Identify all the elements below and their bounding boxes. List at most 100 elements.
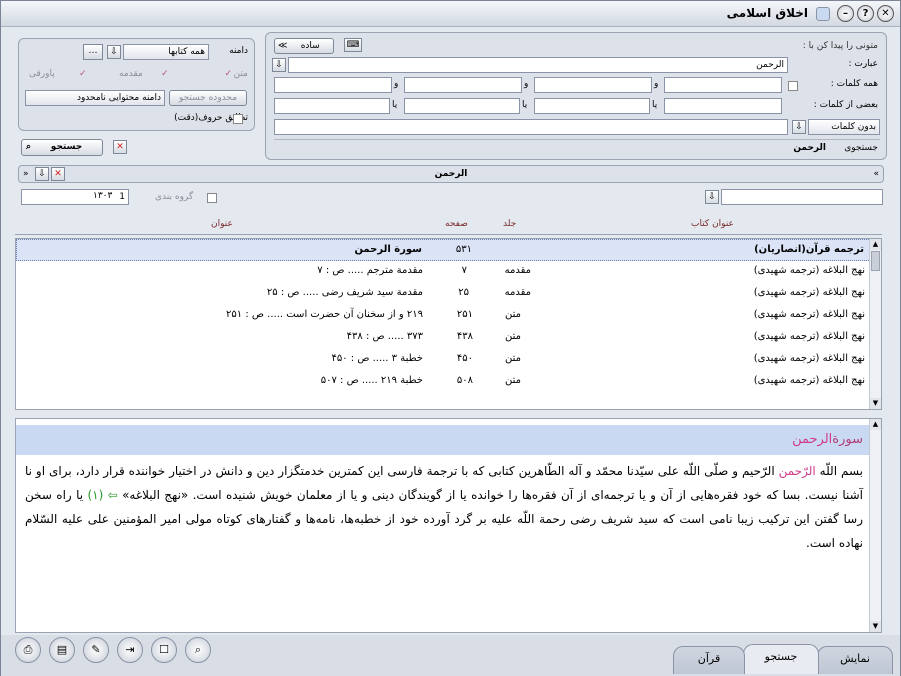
export-icon[interactable]: ⇥: [117, 637, 143, 663]
page-input[interactable]: 1: [21, 189, 129, 205]
filter-input[interactable]: [721, 189, 883, 205]
tab-search[interactable]: جستجو: [743, 644, 819, 674]
cell-heading: خطبة ۳ ..... ص : ۴۵۰: [331, 353, 423, 364]
collapse-icon[interactable]: «: [23, 167, 29, 181]
check-icon[interactable]: ✓: [161, 67, 169, 81]
print-icon[interactable]: ⎙: [15, 637, 41, 663]
close-results-icon[interactable]: ✕: [51, 167, 65, 181]
scope-select[interactable]: همه کتابها: [123, 44, 209, 60]
table-row[interactable]: نهج البلاغه (ترجمه شهیدی) متن ۲۵۱ ۲۱۹ و …: [16, 305, 881, 327]
without-words-select[interactable]: بدون کلمات: [808, 119, 880, 135]
cell-heading: مقدمة سيد شريف رضى ..... ص : ۲۵: [266, 287, 423, 298]
book-icon[interactable]: ▤: [49, 637, 75, 663]
text-heading: سورةالرحمن: [792, 432, 863, 447]
cell-book: نهج البلاغه (ترجمه شهیدی): [753, 265, 865, 276]
cell-volume: متن: [505, 309, 521, 320]
phrase-label: عبارت :: [848, 59, 878, 69]
scroll-up-icon[interactable]: ▲: [870, 419, 881, 430]
cell-book: نهج البلاغه (ترجمه شهیدی): [753, 375, 865, 386]
dropdown-icon[interactable]: ⇩: [35, 167, 49, 181]
results-scrollbar[interactable]: ▲ ▼: [869, 239, 881, 409]
cell-volume: مقدمه: [504, 265, 531, 276]
clear-search-icon[interactable]: ✕: [113, 140, 127, 154]
keyboard-icon[interactable]: ⌨: [344, 38, 362, 52]
footnote-link[interactable]: ⇦ (۱): [87, 488, 122, 502]
table-row[interactable]: نهج البلاغه (ترجمه شهیدی) مقدمه ۷ مقدمة …: [16, 261, 881, 283]
note-icon[interactable]: ☐: [151, 637, 177, 663]
cell-heading: مقدمة مترجم ..... ص : ۷: [317, 265, 423, 276]
header-heading[interactable]: عنوان: [211, 219, 233, 229]
some-words-input-1[interactable]: [664, 98, 782, 114]
title-bar: ✕ ? – اخلاق اسلامی: [1, 1, 900, 27]
dropdown-icon[interactable]: ⇩: [107, 45, 121, 59]
some-words-input-3[interactable]: [404, 98, 520, 114]
text-label: متن: [233, 69, 248, 79]
range-value: دامنه محتوایی نامحدود: [25, 90, 165, 106]
table-row[interactable]: نهج البلاغه (ترجمه شهیدی) متن ۵۰۸ خطبة ۲…: [16, 371, 881, 393]
cell-page: ۲۵: [458, 287, 469, 298]
dropdown-icon[interactable]: ⇩: [272, 58, 286, 72]
footnote-label: پاورقی: [29, 69, 55, 79]
or-label: یا: [392, 100, 398, 110]
close-icon[interactable]: ✕: [877, 5, 894, 22]
all-words-input-1[interactable]: [664, 77, 782, 93]
or-label: یا: [652, 100, 658, 110]
some-words-input-2[interactable]: [534, 98, 650, 114]
header-volume[interactable]: جلد: [503, 219, 516, 229]
exact-match-checkbox[interactable]: [233, 114, 243, 124]
text-body: بسم اللّه الرّحمن الرّحيم و صلّى اللّه ع…: [25, 464, 864, 550]
table-row[interactable]: نهج البلاغه (ترجمه شهیدی) مقدمه ۲۵ مقدمة…: [16, 283, 881, 305]
intro-label: مقدمه: [119, 69, 143, 79]
scope-label: دامنه: [229, 46, 248, 56]
table-row[interactable]: نهج البلاغه (ترجمه شهیدی) متن ۴۳۸ ۳۷۳ ..…: [16, 327, 881, 349]
scroll-down-icon[interactable]: ▼: [870, 621, 881, 632]
group-checkbox[interactable]: [207, 193, 217, 203]
table-row[interactable]: نهج البلاغه (ترجمه شهیدی) متن ۴۵۰ خطبة ۳…: [16, 349, 881, 371]
header-book-title[interactable]: عنوان کتاب: [691, 219, 734, 229]
header-divider: [15, 234, 882, 235]
more-button[interactable]: …: [83, 44, 103, 60]
header-page[interactable]: صفحه: [445, 219, 468, 229]
cell-volume: مقدمه: [504, 287, 531, 298]
minimize-icon[interactable]: –: [837, 5, 854, 22]
without-words-input[interactable]: [274, 119, 788, 135]
cell-book: نهج البلاغه (ترجمه شهیدی): [753, 353, 865, 364]
all-words-input-3[interactable]: [404, 77, 522, 93]
phrase-input[interactable]: الرحمن: [288, 57, 788, 73]
scroll-up-icon[interactable]: ▲: [870, 239, 881, 250]
tab-quran[interactable]: قرآن: [673, 646, 745, 674]
mode-button[interactable]: ≫ ساده: [274, 38, 334, 54]
all-words-input-4[interactable]: [274, 77, 392, 93]
and-label: و: [654, 79, 659, 89]
cell-volume: متن: [505, 353, 521, 364]
edit-icon[interactable]: ✎: [83, 637, 109, 663]
search-range-button[interactable]: محدوده جستجو: [169, 90, 247, 106]
group-label: گروه بندی: [155, 192, 194, 202]
zoom-icon[interactable]: ⌕: [185, 637, 211, 663]
check-icon[interactable]: ✓: [79, 67, 87, 81]
help-icon[interactable]: ?: [857, 5, 874, 22]
dropdown-icon[interactable]: ⇩: [792, 120, 806, 134]
text-scrollbar[interactable]: ▲ ▼: [869, 419, 881, 632]
all-words-label: همه کلمات :: [830, 79, 878, 89]
cell-heading: ۲۱۹ و از سخنان آن حضرت است ..... ص : ۲۵۱: [226, 309, 423, 320]
all-words-checkbox[interactable]: [788, 81, 798, 91]
check-icon[interactable]: ✓: [224, 67, 232, 81]
dropdown-icon[interactable]: ⇩: [705, 190, 719, 204]
results-table: ترجمه قرآن(انصاریان) ۵۳۱ سورة الرحمن نهج…: [15, 238, 882, 410]
search-button[interactable]: ⌕ جستجو: [21, 139, 103, 156]
tab-display[interactable]: نمایش: [817, 646, 893, 674]
scroll-down-icon[interactable]: ▼: [870, 398, 881, 409]
search-in-value: الرحمن: [793, 143, 826, 153]
cell-book: نهج البلاغه (ترجمه شهیدی): [753, 331, 865, 342]
table-row[interactable]: ترجمه قرآن(انصاریان) ۵۳۱ سورة الرحمن: [16, 239, 881, 261]
expand-icon[interactable]: »: [873, 167, 879, 181]
cell-page: ۷: [461, 265, 467, 276]
all-words-input-2[interactable]: [534, 77, 652, 93]
some-words-input-4[interactable]: [274, 98, 390, 114]
cell-book: نهج البلاغه (ترجمه شهیدی): [753, 309, 865, 320]
scroll-thumb[interactable]: [871, 251, 880, 271]
main-window: ✕ ? – اخلاق اسلامی متونی را پیدا کن با :…: [0, 0, 901, 676]
cell-page: ۵۰۸: [456, 375, 473, 386]
and-label: و: [394, 79, 399, 89]
